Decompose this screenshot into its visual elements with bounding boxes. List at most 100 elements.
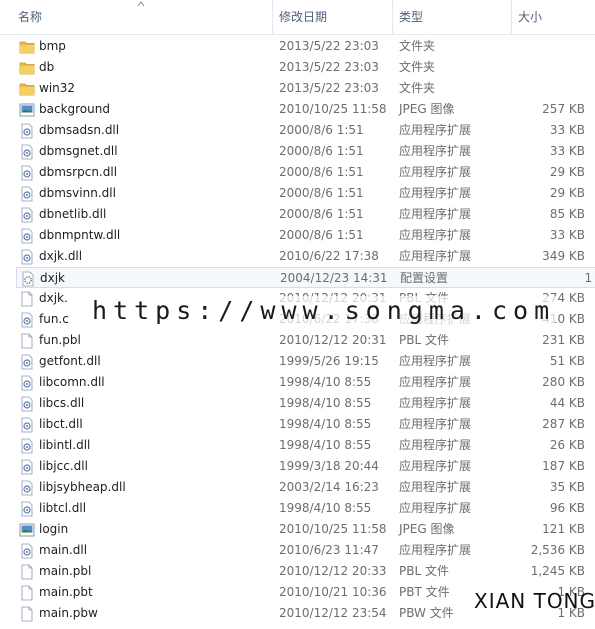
file-size: 231 KB xyxy=(542,333,585,347)
file-date: 2000/8/6 1:51 xyxy=(279,186,364,200)
file-row[interactable]: getfont.dll 1999/5/26 19:15 应用程序扩展 51 KB xyxy=(0,351,595,372)
file-row[interactable]: dbnetlib.dll 2000/8/6 1:51 应用程序扩展 85 KB xyxy=(0,204,595,225)
file-row[interactable]: libcomn.dll 1998/4/10 8:55 应用程序扩展 280 KB xyxy=(0,372,595,393)
file-type: PBW 文件 xyxy=(399,606,454,620)
file-date: 2010/12/12 20:31 xyxy=(279,333,387,347)
folder-icon xyxy=(19,39,35,55)
file-date: 1999/3/18 20:44 xyxy=(279,459,379,473)
column-size[interactable]: 大小 xyxy=(512,0,595,34)
dll-icon xyxy=(19,417,35,433)
dll-icon xyxy=(19,375,35,391)
file-date: 2010/10/25 11:58 xyxy=(279,102,387,116)
file-type: 文件夹 xyxy=(399,39,436,53)
file-size: 33 KB xyxy=(549,144,585,158)
file-name: dxjk xyxy=(40,271,66,285)
file-size: 29 KB xyxy=(549,186,585,200)
file-size: 26 KB xyxy=(549,438,585,452)
file-row[interactable]: dbmsvinn.dll 2000/8/6 1:51 应用程序扩展 29 KB xyxy=(0,183,595,204)
file-name: libcs.dll xyxy=(39,396,85,410)
file-size: 85 KB xyxy=(549,207,585,221)
file-row[interactable]: libintl.dll 1998/4/10 8:55 应用程序扩展 26 KB xyxy=(0,435,595,456)
file-row[interactable]: libtcl.dll 1998/4/10 8:55 应用程序扩展 96 KB xyxy=(0,498,595,519)
file-size: 280 KB xyxy=(542,375,585,389)
file-name: login xyxy=(39,522,69,536)
file-name: libintl.dll xyxy=(39,438,91,452)
file-name: dxjk. xyxy=(39,291,68,305)
file-name: libjcc.dll xyxy=(39,459,88,473)
file-row[interactable]: dbnmpntw.dll 2000/8/6 1:51 应用程序扩展 33 KB xyxy=(0,225,595,246)
dll-icon xyxy=(19,543,35,559)
dll-icon xyxy=(19,144,35,160)
file-row[interactable]: dbmsrpcn.dll 2000/8/6 1:51 应用程序扩展 29 KB xyxy=(0,162,595,183)
file-row[interactable]: dbmsgnet.dll 2000/8/6 1:51 应用程序扩展 33 KB xyxy=(0,141,595,162)
file-row[interactable]: fun.pbl 2010/12/12 20:31 PBL 文件 231 KB xyxy=(0,330,595,351)
file-type: 应用程序扩展 xyxy=(399,123,472,137)
file-name: dbnetlib.dll xyxy=(39,207,107,221)
file-name: dxjk.dll xyxy=(39,249,83,263)
dll-icon xyxy=(19,123,35,139)
sort-ascending-icon xyxy=(137,1,145,7)
file-type: JPEG 图像 xyxy=(399,102,455,116)
file-date: 2010/6/23 11:47 xyxy=(279,543,379,557)
file-type: 应用程序扩展 xyxy=(399,480,472,494)
file-name: fun.c xyxy=(39,312,69,326)
file-row[interactable]: bmp 2013/5/22 23:03 文件夹 xyxy=(0,36,595,57)
file-date: 1998/4/10 8:55 xyxy=(279,375,372,389)
file-date: 1998/4/10 8:55 xyxy=(279,396,372,410)
file-type: PBL 文件 xyxy=(399,333,449,347)
file-name: getfont.dll xyxy=(39,354,101,368)
dll-icon xyxy=(19,165,35,181)
file-row[interactable]: main.pbl 2010/12/12 20:33 PBL 文件 1,245 KB xyxy=(0,561,595,582)
file-row[interactable]: login 2010/10/25 11:58 JPEG 图像 121 KB xyxy=(0,519,595,540)
file-name: db xyxy=(39,60,55,74)
dll-icon xyxy=(19,480,35,496)
dll-icon xyxy=(19,354,35,370)
dll-icon xyxy=(19,228,35,244)
file-row[interactable]: dbmsadsn.dll 2000/8/6 1:51 应用程序扩展 33 KB xyxy=(0,120,595,141)
file-name: main.pbt xyxy=(39,585,93,599)
file-row[interactable]: dxjk.dll 2010/6/22 17:38 应用程序扩展 349 KB xyxy=(0,246,595,267)
file-name: libct.dll xyxy=(39,417,83,431)
dll-icon xyxy=(19,207,35,223)
dll-icon xyxy=(19,396,35,412)
file-type: 应用程序扩展 xyxy=(399,228,472,242)
file-row[interactable]: db 2013/5/22 23:03 文件夹 xyxy=(0,57,595,78)
jpeg-icon xyxy=(19,522,35,538)
file-row[interactable]: background 2010/10/25 11:58 JPEG 图像 257 KB xyxy=(0,99,595,120)
file-row[interactable]: libjsybheap.dll 2003/2/14 16:23 应用程序扩展 35 K… xyxy=(0,477,595,498)
file-date: 2013/5/22 23:03 xyxy=(279,81,379,95)
file-row[interactable]: libcs.dll 1998/4/10 8:55 应用程序扩展 44 KB xyxy=(0,393,595,414)
column-type[interactable]: 类型 xyxy=(393,0,512,34)
file-row[interactable]: dxjk 2004/12/23 14:31 配置设置 1 KB xyxy=(16,267,595,288)
file-type: 配置设置 xyxy=(400,271,449,285)
file-icon xyxy=(19,564,35,580)
file-type: 应用程序扩展 xyxy=(399,354,472,368)
file-date: 2013/5/22 23:03 xyxy=(279,60,379,74)
file-size: 33 KB xyxy=(549,123,585,137)
file-date: 2010/10/25 11:58 xyxy=(279,522,387,536)
file-name: background xyxy=(39,102,110,116)
file-date: 2010/12/12 23:54 xyxy=(279,606,387,620)
file-date: 1998/4/10 8:55 xyxy=(279,417,372,431)
file-name: dbmsadsn.dll xyxy=(39,123,120,137)
corner-mark: XIAN TONG xyxy=(474,589,595,613)
file-type: 应用程序扩展 xyxy=(399,186,472,200)
dll-icon xyxy=(19,186,35,202)
file-size: 96 KB xyxy=(549,501,585,515)
file-size: 257 KB xyxy=(542,102,585,116)
file-name: main.pbw xyxy=(39,606,98,620)
file-row[interactable]: libjcc.dll 1999/3/18 20:44 应用程序扩展 187 KB xyxy=(0,456,595,477)
file-row[interactable]: libct.dll 1998/4/10 8:55 应用程序扩展 287 KB xyxy=(0,414,595,435)
file-date: 2000/8/6 1:51 xyxy=(279,123,364,137)
file-size: 2,536 KB xyxy=(530,543,585,557)
file-type: PBL 文件 xyxy=(399,564,449,578)
file-icon xyxy=(19,585,35,601)
file-type: 应用程序扩展 xyxy=(399,543,472,557)
file-row[interactable]: win32 2013/5/22 23:03 文件夹 xyxy=(0,78,595,99)
column-date[interactable]: 修改日期 xyxy=(273,0,393,34)
file-date: 2003/2/14 16:23 xyxy=(279,480,379,494)
file-icon xyxy=(19,606,35,622)
file-name: main.dll xyxy=(39,543,88,557)
jpeg-icon xyxy=(19,102,35,118)
file-row[interactable]: main.dll 2010/6/23 11:47 应用程序扩展 2,536 KB xyxy=(0,540,595,561)
